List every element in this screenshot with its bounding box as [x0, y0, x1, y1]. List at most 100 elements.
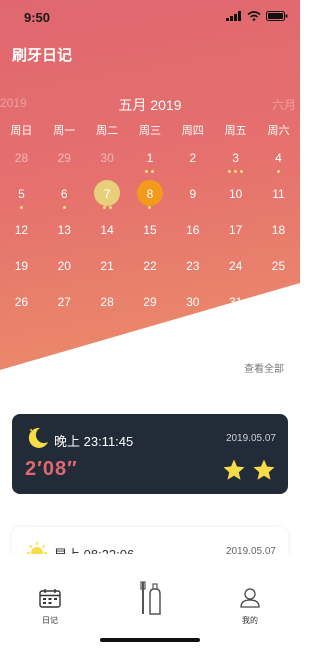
day-number: 16: [186, 223, 200, 237]
tab-bar: 日记 我的: [0, 554, 300, 649]
calendar-day[interactable]: 16: [171, 212, 214, 248]
calendar-day[interactable]: 14: [86, 212, 129, 248]
current-month-label: 五月 2019: [118, 97, 182, 113]
calendar-day[interactable]: 29: [43, 140, 86, 176]
brush-record-dots: [129, 206, 172, 209]
calendar-day[interactable]: 30: [86, 140, 129, 176]
calendar-week: 26 27 28 29 30 31 1: [0, 284, 300, 320]
calendar-day[interactable]: 22: [129, 248, 172, 284]
tab-label: 日记: [42, 616, 58, 625]
day-number: 21: [100, 259, 114, 273]
calendar-day[interactable]: 13: [43, 212, 86, 248]
day-number: 25: [271, 259, 286, 273]
toothbrush-icon: [140, 581, 161, 615]
day-number: 14: [100, 223, 114, 237]
calendar-day[interactable]: 3: [214, 140, 257, 176]
day-number: 31: [228, 295, 243, 309]
calendar-day[interactable]: 1: [129, 140, 172, 176]
calendar-day[interactable]: 27: [43, 284, 86, 320]
calendar-day[interactable]: 24: [214, 248, 257, 284]
calendar-day[interactable]: 1: [257, 284, 300, 320]
record-dot: [62, 206, 66, 209]
tab-label: 我的: [242, 616, 258, 625]
brush-record-dots: [129, 170, 172, 173]
weekday-label: 周五: [224, 125, 247, 137]
tab-brush[interactable]: [132, 580, 168, 623]
weekday-label: 周二: [96, 125, 119, 137]
status-time: 9:50: [24, 10, 51, 25]
calendar-day[interactable]: 18: [257, 212, 300, 248]
calendar-day[interactable]: 28: [86, 284, 129, 320]
weekday-label: 周四: [181, 125, 204, 137]
weekday-label: 周日: [10, 125, 33, 137]
calendar-day[interactable]: 10: [214, 176, 257, 212]
day-number: 8: [146, 187, 154, 201]
record-dot: [145, 170, 149, 173]
calendar-day[interactable]: 29: [129, 284, 172, 320]
moon-icon: [28, 427, 48, 448]
star-icon: [253, 459, 275, 480]
calendar-day[interactable]: 17: [214, 212, 257, 248]
record-card[interactable]: 晚上 23:11:45 2019.05.07 2′08″: [12, 414, 288, 494]
day-number: 4: [275, 151, 282, 165]
calendar-day[interactable]: 25: [257, 248, 300, 284]
day-number: 22: [143, 259, 157, 273]
record-dot: [234, 170, 238, 173]
calendar-day[interactable]: 15: [129, 212, 172, 248]
record-dot: [228, 170, 232, 173]
calendar-day[interactable]: 8: [129, 176, 172, 212]
day-number: 1: [146, 151, 154, 165]
calendar-day[interactable]: 26: [0, 284, 43, 320]
calendar-day[interactable]: 7: [86, 176, 129, 212]
day-number: 17: [228, 223, 243, 237]
calendar-icon: [39, 589, 61, 608]
day-number: 29: [57, 151, 71, 165]
home-indicator: [100, 638, 200, 642]
day-number: 28: [100, 295, 114, 309]
calendar-day[interactable]: 5: [0, 176, 43, 212]
day-number: 15: [143, 223, 157, 237]
day-number: 7: [103, 187, 111, 201]
calendar-grid: 28 29 30 1 2 3 4 5 6 7 8 9 10 11 12 13 14 15 16 17 18 19 20 21 2…: [0, 140, 300, 320]
brush-record-dots: [257, 170, 300, 173]
calendar-day[interactable]: 23: [171, 248, 214, 284]
calendar-day[interactable]: 6: [43, 176, 86, 212]
day-number: 24: [228, 259, 243, 273]
calendar-day[interactable]: 30: [171, 284, 214, 320]
record-dot: [108, 206, 112, 209]
calendar-day[interactable]: 19: [0, 248, 43, 284]
next-month-button[interactable]: 六月: [272, 96, 296, 113]
calendar-day[interactable]: 2: [171, 140, 214, 176]
calendar-day[interactable]: 12: [0, 212, 43, 248]
view-all-link[interactable]: 查看全部: [244, 360, 284, 375]
calendar-day[interactable]: 20: [43, 248, 86, 284]
calendar-day[interactable]: 11: [257, 176, 300, 212]
app-title: 刷牙日记: [12, 47, 73, 64]
record-dot: [148, 206, 152, 209]
day-number: 5: [18, 187, 25, 201]
day-number: 18: [271, 223, 286, 237]
record-dot: [151, 170, 155, 173]
tab-diary[interactable]: 日记: [32, 588, 68, 626]
brush-duration: 2′08″: [25, 458, 78, 480]
record-date: 2019.05.07: [225, 433, 276, 444]
signal-icon: [226, 11, 241, 21]
brush-record-dots: [86, 206, 129, 209]
record-dot: [102, 206, 106, 209]
calendar-day[interactable]: 9: [171, 176, 214, 212]
brush-record-dots: [0, 206, 43, 209]
calendar-day[interactable]: 4: [257, 140, 300, 176]
day-number: 10: [228, 187, 243, 201]
record-time: 晚上 23:11:45: [54, 434, 134, 449]
weekday-label: 周一: [53, 125, 76, 137]
calendar-day[interactable]: 31: [214, 284, 257, 320]
calendar-day[interactable]: 28: [0, 140, 43, 176]
calendar-day[interactable]: 21: [86, 248, 129, 284]
month-switcher: 2019 五月 2019 六月: [0, 96, 300, 114]
weekday-header: 周日 周一 周二 周三 周四 周五 周六: [0, 122, 300, 138]
day-number: 27: [57, 295, 71, 309]
day-number: 26: [14, 295, 29, 309]
day-number: 11: [272, 187, 285, 201]
user-icon: [240, 588, 260, 608]
tab-profile[interactable]: 我的: [232, 588, 268, 626]
